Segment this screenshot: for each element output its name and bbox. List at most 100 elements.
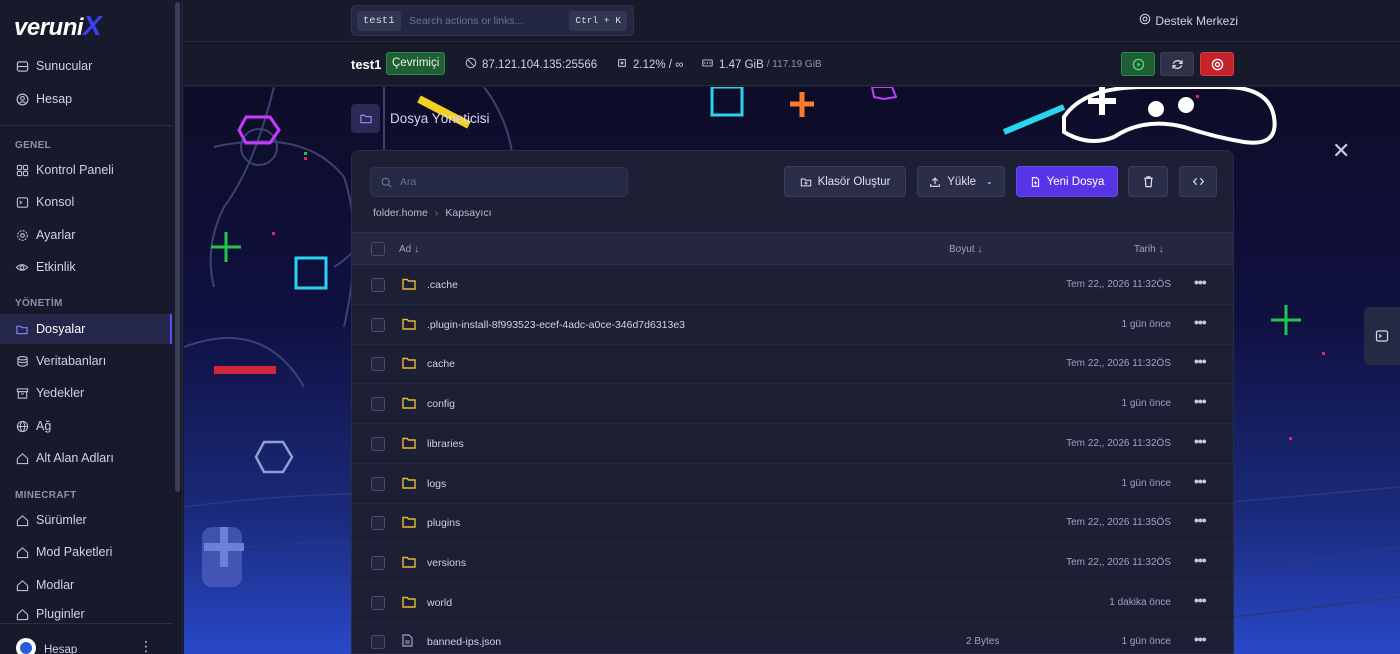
table-row[interactable]: config 1 gün önce •••: [352, 384, 1233, 425]
command-search[interactable]: test1 Search actions or links... Ctrl + …: [351, 5, 634, 36]
row-checkbox[interactable]: [371, 516, 385, 531]
brand-name: veruni: [14, 14, 84, 41]
close-icon[interactable]: ✕: [1332, 138, 1350, 164]
file-name[interactable]: .plugin-install-8f993523-ecef-4adc-a0ce-…: [427, 319, 685, 331]
sidebar-item-databases[interactable]: Veritabanları: [0, 346, 172, 376]
file-name[interactable]: versions: [427, 557, 466, 569]
table-row[interactable]: .plugin-install-8f993523-ecef-4adc-a0ce-…: [352, 305, 1233, 345]
breadcrumb-item-container[interactable]: Kapsayıcı: [445, 207, 491, 219]
table-row[interactable]: libraries Tem 22,, 2026 11:32ÖS •••: [352, 424, 1233, 464]
table-row[interactable]: logs 1 gün önce •••: [352, 464, 1233, 504]
account-footer[interactable]: Hesap ⋮: [0, 623, 172, 654]
sidebar-item-settings[interactable]: Ayarlar: [0, 220, 172, 250]
more-horizontal-icon[interactable]: •••: [1194, 631, 1207, 647]
file-name[interactable]: cache: [427, 358, 455, 370]
row-checkbox[interactable]: [371, 595, 385, 610]
row-checkbox[interactable]: [371, 635, 385, 650]
search-icon: [381, 177, 392, 188]
sidebar-item-network[interactable]: Ağ: [0, 411, 172, 441]
sidebar-item-subdomains[interactable]: Alt Alan Adları: [0, 443, 172, 473]
start-button[interactable]: [1121, 52, 1155, 76]
sidebar-item-versions[interactable]: Sürümler: [0, 505, 172, 535]
column-header-size[interactable]: Boyut ↓: [949, 244, 982, 255]
support-link[interactable]: Destek Merkezi: [1139, 13, 1238, 28]
file-search-input[interactable]: Ara: [370, 167, 628, 197]
file-date: Tem 22,, 2026 11:32ÖS: [1066, 279, 1171, 290]
command-search-placeholder: Search actions or links...: [409, 15, 524, 27]
section-title-general: GENEL: [15, 140, 51, 151]
file-date: Tem 22,, 2026 11:32ÖS: [1066, 358, 1171, 370]
eye-icon: [15, 260, 29, 274]
more-horizontal-icon[interactable]: •••: [1194, 473, 1207, 489]
file-name[interactable]: libraries: [427, 438, 464, 450]
support-label: Destek Merkezi: [1155, 13, 1238, 28]
row-checkbox[interactable]: [371, 317, 385, 332]
chevron-down-icon: ⌄: [986, 177, 993, 186]
sidebar-scrollbar[interactable]: [175, 2, 180, 492]
file-name[interactable]: world: [427, 597, 452, 609]
folder-icon: [15, 322, 29, 336]
upload-icon: [929, 176, 941, 188]
restart-button[interactable]: [1160, 52, 1194, 76]
sidebar-item-activity[interactable]: Etkinlik: [0, 252, 172, 282]
more-horizontal-icon[interactable]: •••: [1194, 353, 1207, 369]
table-row[interactable]: world 1 dakika önce •••: [352, 583, 1233, 623]
sidebar-item-account[interactable]: Hesap: [0, 84, 172, 114]
more-horizontal-icon[interactable]: •••: [1194, 592, 1207, 608]
cpu-icon: [616, 57, 628, 72]
table-row[interactable]: banned-ips.json 2 Bytes 1 gün önce •••: [352, 622, 1233, 653]
more-vertical-icon[interactable]: ⋮: [139, 638, 153, 654]
select-all-checkbox[interactable]: [371, 242, 385, 256]
table-row[interactable]: .cache Tem 22,, 2026 11:32ÖS •••: [352, 265, 1233, 305]
row-checkbox[interactable]: [371, 357, 385, 372]
refresh-icon: [1171, 59, 1183, 69]
sidebar-item-dashboard[interactable]: Kontrol Paneli: [0, 155, 172, 185]
delete-button[interactable]: [1128, 166, 1168, 197]
folder-icon: [402, 356, 416, 374]
more-horizontal-icon[interactable]: •••: [1194, 393, 1207, 409]
server-tag: test1: [357, 11, 401, 31]
more-horizontal-icon[interactable]: •••: [1194, 433, 1207, 449]
more-horizontal-icon[interactable]: •••: [1194, 274, 1207, 290]
more-horizontal-icon[interactable]: •••: [1194, 552, 1207, 568]
server-icon: [15, 59, 29, 73]
sidebar-item-modpacks[interactable]: Mod Paketleri: [0, 537, 172, 567]
column-header-date[interactable]: Tarih ↓: [1134, 244, 1163, 255]
file-name[interactable]: banned-ips.json: [427, 636, 501, 648]
sidebar-item-backups[interactable]: Yedekler: [0, 378, 172, 408]
row-checkbox[interactable]: [371, 436, 385, 451]
file-name[interactable]: logs: [427, 478, 446, 490]
stop-button[interactable]: [1200, 52, 1234, 76]
server-address[interactable]: 87.121.104.135:25566: [465, 57, 597, 72]
sidebar-item-files[interactable]: Dosyalar: [0, 314, 172, 344]
file-name[interactable]: .cache: [427, 279, 458, 291]
sidebar-item-mods[interactable]: Modlar: [0, 570, 172, 600]
create-folder-button[interactable]: Klasör Oluştur: [784, 166, 906, 197]
file-name[interactable]: config: [427, 398, 455, 410]
folder-plus-icon: [800, 176, 812, 188]
table-row[interactable]: cache Tem 22,, 2026 11:32ÖS •••: [352, 344, 1233, 385]
globe-icon: [465, 57, 477, 72]
row-checkbox[interactable]: [371, 397, 385, 412]
table-row[interactable]: versions Tem 22,, 2026 11:32ÖS •••: [352, 543, 1233, 583]
row-checkbox[interactable]: [371, 476, 385, 491]
upload-button[interactable]: Yükle ⌄: [917, 166, 1005, 197]
brand-logo[interactable]: veruniX: [14, 10, 102, 42]
file-name[interactable]: plugins: [427, 517, 460, 529]
page-header: Dosya Yöneticisi: [351, 104, 490, 133]
row-checkbox[interactable]: [371, 555, 385, 570]
row-checkbox[interactable]: [371, 278, 385, 292]
more-horizontal-icon[interactable]: •••: [1194, 512, 1207, 528]
more-horizontal-icon[interactable]: •••: [1194, 314, 1207, 330]
sidebar-item-console[interactable]: Konsol: [0, 187, 172, 217]
column-header-name[interactable]: Ad ↓: [399, 244, 419, 255]
table-row[interactable]: plugins Tem 22,, 2026 11:35ÖS •••: [352, 503, 1233, 544]
breadcrumb-item-home[interactable]: folder.home: [373, 207, 428, 219]
sidebar-item-label: Sunucular: [36, 59, 93, 73]
home-icon: [15, 545, 29, 559]
console-toggle-button[interactable]: [1364, 307, 1400, 365]
new-file-button[interactable]: Yeni Dosya: [1016, 166, 1118, 197]
sidebar-item-servers[interactable]: Sunucular: [0, 51, 172, 81]
sidebar-item-label: Veritabanları: [36, 354, 107, 368]
code-view-button[interactable]: [1179, 166, 1217, 197]
